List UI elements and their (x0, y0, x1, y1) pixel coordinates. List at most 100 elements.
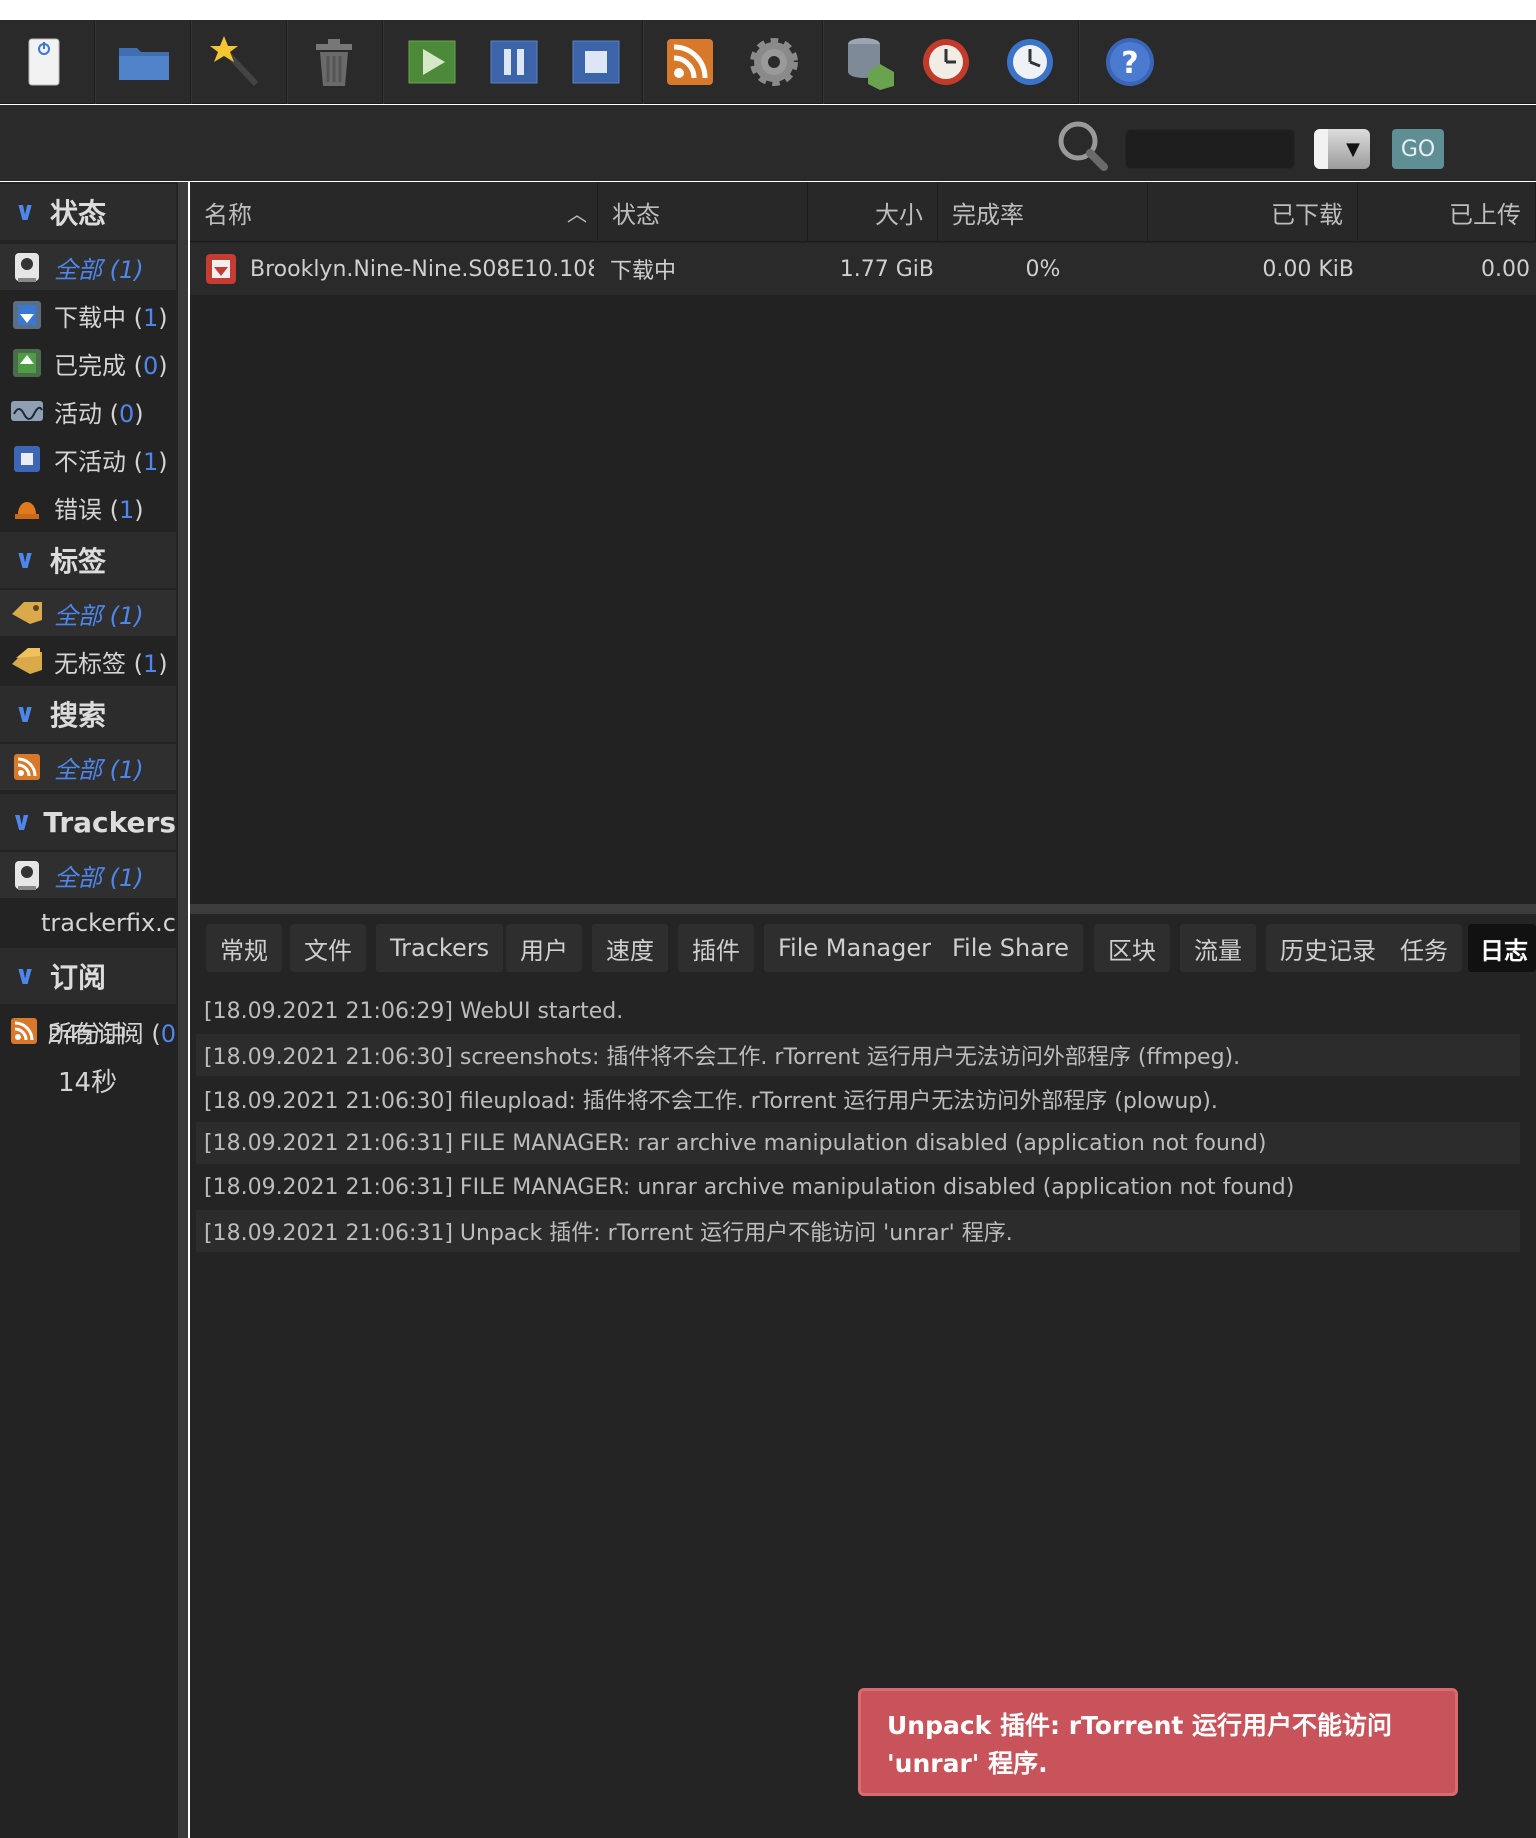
rss-icon (0, 1017, 48, 1045)
tab-general[interactable]: 常规 (206, 924, 282, 972)
search-input[interactable] (1125, 129, 1295, 169)
log-entry: [18.09.2021 21:06:29] WebUI started. (204, 998, 624, 1024)
sidebar-item-label: 全部 (1) (54, 863, 144, 892)
column-status[interactable]: 状态 (598, 182, 808, 242)
category-labels[interactable]: ∨ 标签 (0, 532, 176, 588)
sidebar-item-all-feeds[interactable]: 所有订阅 (0 24分钟 (0, 1008, 176, 1054)
log-entry: [18.09.2021 21:06:31] Unpack 插件: rTorren… (196, 1210, 1520, 1252)
chevron-down-icon: ∨ (14, 545, 36, 575)
chevron-down-icon: ▼ (1346, 138, 1360, 160)
category-trackers[interactable]: ∨ Trackers (0, 794, 176, 850)
log-entry: [18.09.2021 21:06:31] FILE MANAGER: rar … (196, 1122, 1520, 1164)
toast-message-line: Unpack 插件: rTorrent 运行用户不能访问 (887, 1711, 1393, 1740)
svg-text:?: ? (1121, 46, 1138, 81)
database-icon[interactable] (838, 32, 902, 92)
help-icon[interactable]: ? (1098, 32, 1162, 92)
torrent-name: Brooklyn.Nine-Nine.S08E10.1080p (250, 256, 594, 282)
go-button[interactable]: GO (1392, 129, 1444, 169)
sidebar-item-tracker[interactable]: trackerfix.c (0, 900, 176, 946)
error-toast[interactable]: Unpack 插件: rTorrent 运行用户不能访问 'unrar' 程序. (858, 1688, 1458, 1796)
panel-splitter[interactable] (190, 904, 1536, 914)
stop-icon[interactable] (564, 32, 628, 92)
sidebar-item-error[interactable]: 错误 (1) (0, 484, 176, 530)
column-uploaded[interactable]: 已上传 (1358, 182, 1536, 242)
sidebar-item-no-label[interactable]: 无标签 (1) (0, 638, 176, 684)
all-torrents-icon (0, 250, 54, 284)
sidebar-item-inactive[interactable]: 不活动 (1) (0, 436, 176, 482)
sidebar-item-all[interactable]: 全部 (1) (0, 244, 176, 290)
toolbar: ? (0, 20, 1536, 104)
sidebar-item-completed[interactable]: 已完成 (0) (0, 340, 176, 386)
tag-icon (0, 600, 54, 626)
sidebar-scrollbar[interactable] (178, 182, 188, 1838)
torrent-status: 下载中 (610, 259, 677, 284)
folder-icon[interactable] (112, 32, 176, 92)
tab-traffic[interactable]: 流量 (1180, 924, 1256, 972)
tab-chunks[interactable]: 区块 (1094, 924, 1170, 972)
sidebar-item-label: 不活动 (1) (54, 447, 168, 476)
torrent-uploaded: 0.00 (1481, 256, 1530, 282)
chevron-down-icon: ∨ (14, 699, 36, 729)
column-name[interactable]: 名称 ︿ (190, 182, 598, 242)
sidebar-item-label: trackerfix.c (41, 909, 176, 937)
downloading-icon (204, 243, 244, 295)
completed-icon (0, 347, 54, 379)
table-row[interactable]: Brooklyn.Nine-Nine.S08E10.1080p 下载中 1.77… (190, 243, 1536, 295)
chevron-down-icon: ∨ (14, 197, 36, 227)
sidebar-item-labels-all[interactable]: 全部 (1) (0, 590, 176, 636)
chevron-down-icon: ∨ (11, 807, 33, 837)
category-title: 订阅 (50, 961, 107, 994)
column-done[interactable]: 完成率 (938, 182, 1148, 242)
tab-files[interactable]: 文件 (290, 924, 366, 972)
tab-log[interactable]: 日志 (1468, 924, 1536, 972)
sidebar-item-label: 活动 (0) (54, 399, 144, 428)
rss-icon[interactable] (658, 32, 722, 92)
feed-timer-overlay: 24分钟 (47, 1019, 127, 1048)
tab-trackers[interactable]: Trackers (376, 924, 504, 972)
tab-file-share[interactable]: File Share (938, 924, 1084, 972)
search-bar: ▼ GO (0, 105, 1536, 181)
category-title: 搜索 (50, 699, 107, 732)
all-torrents-icon (0, 858, 54, 892)
sidebar-item-trackers-all[interactable]: 全部 (1) (0, 852, 176, 898)
clock-icon[interactable] (914, 32, 978, 92)
tab-history[interactable]: 历史记录 (1266, 924, 1390, 972)
scheduler-icon[interactable] (998, 32, 1062, 92)
list-header: 名称 ︿ 状态 大小 完成率 已下载 已上传 (190, 182, 1536, 242)
tab-peers[interactable]: 用户 (506, 924, 582, 972)
sidebar-item-label: 全部 (1) (54, 255, 144, 284)
category-feeds[interactable]: ∨ 订阅 (0, 948, 176, 1004)
feed-timer: 14秒 (58, 1068, 118, 1098)
power-icon[interactable] (14, 32, 78, 92)
category-title: Trackers (43, 805, 176, 839)
gear-icon[interactable] (742, 32, 806, 92)
sidebar-item-label: 所有订阅 (0 24分钟 (48, 1014, 176, 1049)
column-size[interactable]: 大小 (808, 182, 938, 242)
tab-plugins[interactable]: 插件 (678, 924, 754, 972)
magic-wand-icon[interactable] (204, 32, 268, 92)
category-search[interactable]: ∨ 搜索 (0, 686, 176, 742)
toast-message-line: 'unrar' 程序. (887, 1749, 1048, 1778)
sidebar: ∨ 状态 全部 (1) 下载中 (1) 已完成 (0) 活动 (0) 不活动 (… (0, 182, 178, 1838)
sidebar-item-downloading[interactable]: 下载中 (1) (0, 292, 176, 338)
sidebar-item-search-all[interactable]: 全部 (1) (0, 744, 176, 790)
column-downloaded[interactable]: 已下载 (1148, 182, 1358, 242)
tab-tasks[interactable]: 任务 (1386, 924, 1462, 972)
search-icon[interactable] (1054, 117, 1112, 179)
rss-icon (0, 753, 54, 781)
sidebar-item-label: 错误 (1) (54, 495, 144, 524)
pause-icon[interactable] (482, 32, 546, 92)
tab-file-manager[interactable]: File Manager (764, 924, 945, 972)
chevron-down-icon: ∨ (14, 961, 36, 991)
sidebar-item-active[interactable]: 活动 (0) (0, 388, 176, 434)
torrent-size: 1.77 GiB (839, 256, 934, 282)
play-icon[interactable] (400, 32, 464, 92)
search-engine-select[interactable]: ▼ (1314, 129, 1370, 169)
tab-speed[interactable]: 速度 (592, 924, 668, 972)
category-status[interactable]: ∨ 状态 (0, 184, 176, 240)
sidebar-item-label: 全部 (1) (54, 755, 144, 784)
category-title: 标签 (50, 545, 107, 578)
trash-icon[interactable] (302, 32, 366, 92)
sidebar-item-label: 全部 (1) (54, 601, 144, 630)
category-title: 状态 (50, 197, 107, 230)
